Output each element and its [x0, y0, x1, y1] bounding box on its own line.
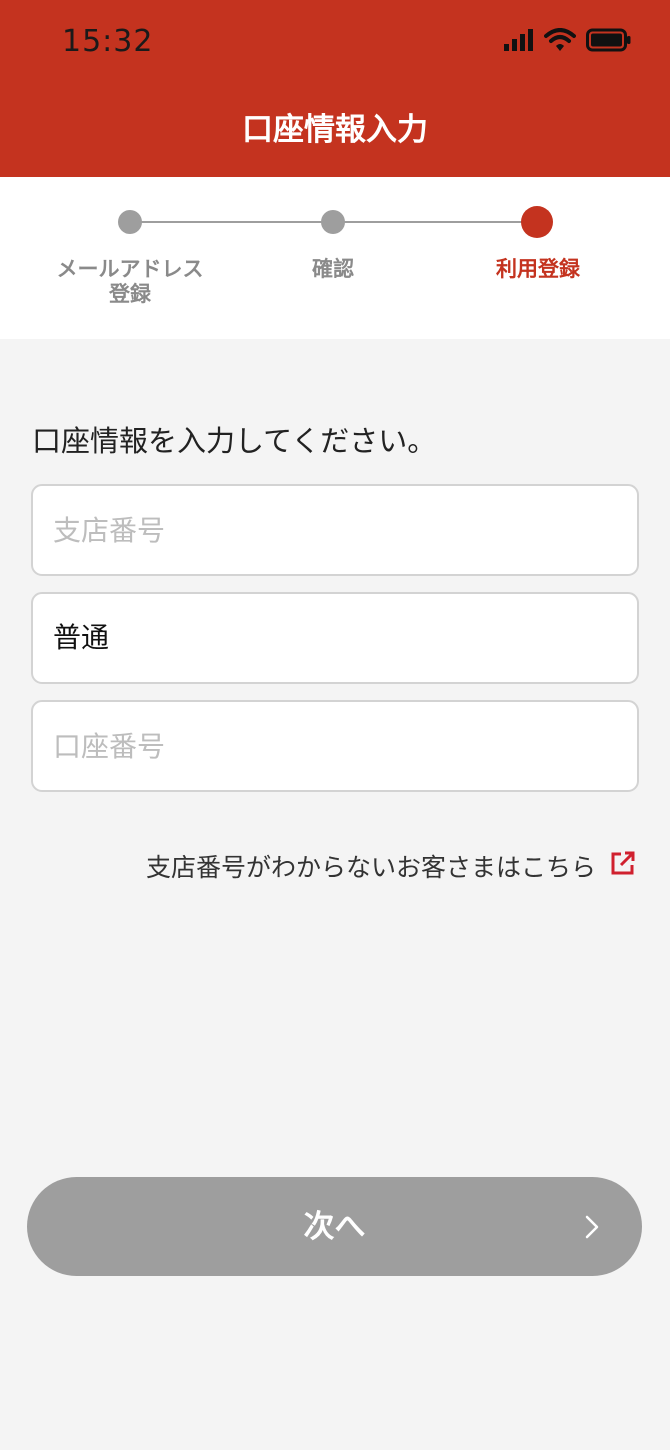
- chevron-right-icon: [584, 1214, 600, 1243]
- step-2-label: 確認: [312, 257, 354, 281]
- external-link-icon: [610, 850, 636, 882]
- step-1-dot: [118, 210, 142, 234]
- account-number-field: [31, 700, 639, 792]
- next-button[interactable]: 次へ: [27, 1177, 642, 1276]
- step-3-label: 利用登録: [496, 257, 580, 281]
- status-time: 15:32: [62, 24, 154, 59]
- account-type-select[interactable]: 普通: [31, 592, 639, 684]
- account-type-value: 普通: [53, 621, 110, 654]
- signal-icon: [504, 29, 534, 55]
- status-icons: [504, 28, 632, 56]
- step-1-label: メールアドレス 登録: [56, 257, 204, 306]
- step-3-dot: [521, 206, 553, 238]
- battery-icon: [586, 28, 632, 56]
- account-number-input[interactable]: [53, 702, 613, 790]
- page-title: 口座情報入力: [242, 112, 428, 148]
- form-instruction: 口座情報を入力してください。: [32, 424, 437, 458]
- step-2-dot: [321, 210, 345, 234]
- branch-number-input[interactable]: [53, 486, 613, 574]
- app-header: 15:32 口座情報入力: [0, 0, 670, 177]
- wifi-icon: [544, 28, 576, 56]
- help-link-label: 支店番号がわからないお客さまはこちら: [145, 853, 596, 882]
- branch-number-field: [31, 484, 639, 576]
- branch-number-help-link[interactable]: 支店番号がわからないお客さまはこちら: [146, 848, 636, 884]
- next-button-label: 次へ: [303, 1209, 366, 1244]
- progress-stepper: メールアドレス 登録 確認 利用登録: [0, 177, 670, 339]
